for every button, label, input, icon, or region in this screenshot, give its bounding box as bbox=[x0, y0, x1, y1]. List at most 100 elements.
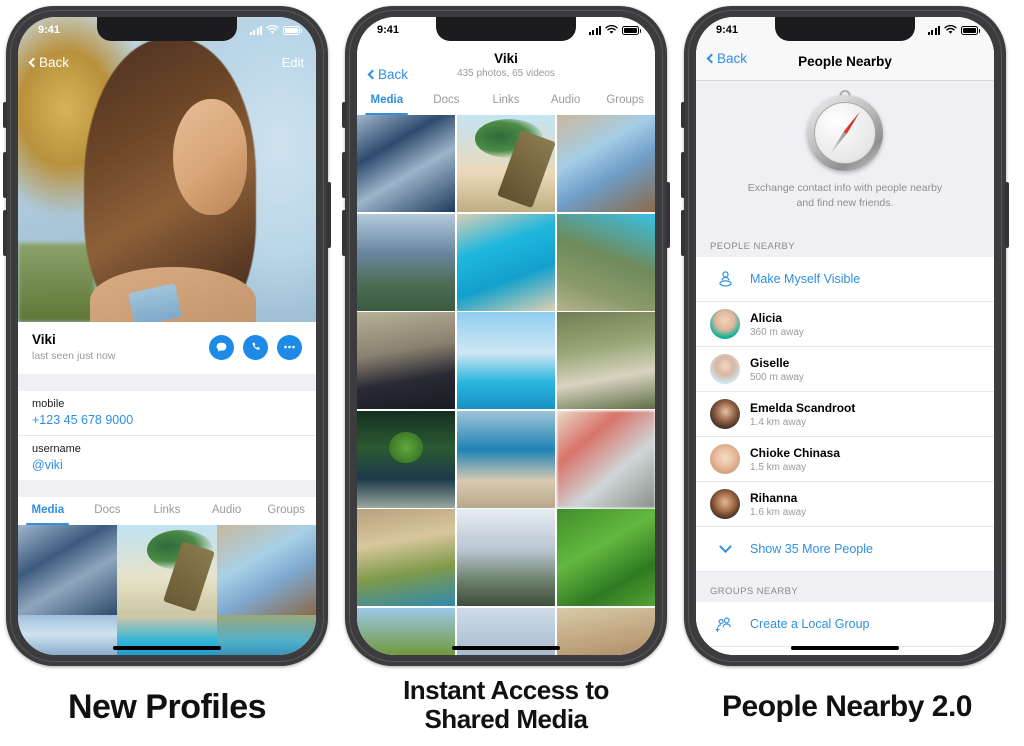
media-thumb[interactable] bbox=[556, 115, 655, 212]
message-button[interactable] bbox=[209, 334, 234, 360]
volume-down-button[interactable] bbox=[681, 210, 685, 256]
tab-media[interactable]: Media bbox=[18, 497, 78, 525]
create-local-group-button[interactable]: Create a Local Group bbox=[696, 602, 994, 648]
field-value[interactable]: @viki bbox=[32, 458, 302, 472]
person-row[interactable]: Chioke Chinasa 1.5 km away bbox=[696, 437, 994, 483]
notch bbox=[97, 17, 237, 41]
media-thumb[interactable] bbox=[357, 607, 456, 655]
show-more-people-button[interactable]: Show 35 More People bbox=[696, 527, 994, 573]
media-thumb[interactable] bbox=[357, 115, 456, 212]
person-row[interactable]: Rihanna 1.6 km away bbox=[696, 482, 994, 528]
media-thumb[interactable] bbox=[117, 525, 217, 615]
media-thumb[interactable] bbox=[216, 615, 316, 655]
media-thumb[interactable] bbox=[456, 410, 556, 508]
tab-groups[interactable]: Groups bbox=[595, 87, 655, 115]
person-distance: 500 m away bbox=[750, 371, 804, 383]
media-thumb[interactable] bbox=[556, 312, 655, 409]
back-label: Back bbox=[39, 54, 70, 70]
tab-docs[interactable]: Docs bbox=[78, 497, 138, 525]
mute-switch[interactable] bbox=[342, 102, 346, 128]
signal-bars-icon bbox=[927, 25, 940, 35]
tab-audio[interactable]: Audio bbox=[536, 87, 596, 115]
media-thumb[interactable] bbox=[357, 509, 456, 606]
phone-mockup-new-profiles: 9:41 Back Edit Viki last seen just now m… bbox=[3, 6, 331, 666]
call-button[interactable] bbox=[243, 334, 268, 360]
wifi-icon bbox=[266, 25, 279, 34]
avatar bbox=[710, 309, 740, 340]
media-thumb[interactable] bbox=[456, 312, 556, 409]
identity-row: Viki last seen just now bbox=[18, 322, 316, 374]
tab-media[interactable]: Media bbox=[357, 87, 417, 115]
tab-links[interactable]: Links bbox=[137, 497, 197, 525]
field-value[interactable]: +123 45 678 9000 bbox=[32, 413, 302, 427]
avatar bbox=[710, 354, 740, 385]
field-mobile[interactable]: mobile +123 45 678 9000 bbox=[18, 391, 316, 436]
home-indicator[interactable] bbox=[113, 646, 221, 650]
media-thumb-grid bbox=[18, 525, 316, 615]
person-name: Giselle bbox=[750, 355, 790, 370]
chevron-left-icon bbox=[706, 53, 717, 64]
home-indicator[interactable] bbox=[791, 646, 899, 650]
section-gap bbox=[18, 374, 316, 391]
volume-up-button[interactable] bbox=[681, 152, 685, 198]
profile-actions bbox=[209, 334, 302, 360]
tab-audio[interactable]: Audio bbox=[197, 497, 257, 525]
caption-line-2: Shared Media bbox=[424, 704, 588, 735]
media-thumb[interactable] bbox=[556, 410, 655, 508]
edit-button[interactable]: Edit bbox=[282, 55, 304, 70]
person-row[interactable]: Giselle 500 m away bbox=[696, 347, 994, 393]
media-thumb[interactable] bbox=[357, 312, 456, 409]
volume-up-button[interactable] bbox=[3, 152, 7, 198]
mute-switch[interactable] bbox=[3, 102, 7, 128]
media-thumb[interactable] bbox=[18, 525, 118, 615]
media-thumb[interactable] bbox=[18, 615, 118, 655]
ellipsis-icon bbox=[284, 345, 295, 349]
field-username[interactable]: username @viki bbox=[18, 436, 316, 480]
tab-groups[interactable]: Groups bbox=[256, 497, 316, 525]
make-myself-visible-button[interactable]: Make Myself Visible bbox=[696, 257, 994, 303]
media-tabs: Media Docs Links Audio Groups bbox=[357, 87, 655, 115]
tab-links[interactable]: Links bbox=[476, 87, 536, 115]
person-distance: 360 m away bbox=[750, 326, 804, 338]
volume-down-button[interactable] bbox=[342, 210, 346, 256]
more-button[interactable] bbox=[277, 334, 302, 360]
mute-switch[interactable] bbox=[681, 102, 685, 128]
power-button[interactable] bbox=[327, 182, 331, 248]
promo-screenshot-stage: 9:41 Back Edit Viki last seen just now m… bbox=[0, 0, 1024, 746]
home-indicator[interactable] bbox=[452, 646, 560, 650]
volume-down-button[interactable] bbox=[3, 210, 7, 256]
media-thumb[interactable] bbox=[556, 607, 655, 655]
media-thumb[interactable] bbox=[456, 509, 556, 606]
media-thumb[interactable] bbox=[357, 213, 456, 311]
caption-line-1: Instant Access to bbox=[403, 675, 609, 705]
back-label: Back bbox=[717, 51, 748, 66]
power-button[interactable] bbox=[666, 182, 670, 248]
media-thumb[interactable] bbox=[556, 509, 655, 606]
media-thumb[interactable] bbox=[357, 410, 456, 508]
person-distance: 1.5 km away bbox=[750, 461, 807, 473]
groups-section-header: GROUPS NEARBY bbox=[710, 586, 799, 598]
media-thumb[interactable] bbox=[456, 115, 556, 212]
person-name: Rihanna bbox=[750, 490, 798, 505]
back-button[interactable]: Back bbox=[706, 51, 748, 66]
person-row[interactable]: Emelda Scandroot 1.4 km away bbox=[696, 392, 994, 438]
wifi-icon bbox=[944, 25, 957, 34]
volume-up-button[interactable] bbox=[342, 152, 346, 198]
avatar bbox=[710, 399, 740, 430]
phone1-screen: 9:41 Back Edit Viki last seen just now m… bbox=[18, 17, 316, 655]
person-row[interactable]: Alicia 360 m away bbox=[696, 302, 994, 348]
field-label: username bbox=[32, 443, 81, 455]
back-button[interactable]: Back bbox=[28, 54, 70, 70]
signal-bars-icon bbox=[249, 25, 262, 35]
media-thumb[interactable] bbox=[556, 213, 655, 311]
power-button[interactable] bbox=[1005, 182, 1009, 248]
chat-title: Viki bbox=[494, 51, 518, 66]
people-nearby-body: People Nearby Back Exchange contact info… bbox=[696, 17, 994, 655]
tab-docs[interactable]: Docs bbox=[417, 87, 477, 115]
phone-mockup-shared-media: 9:41 Viki 435 photos, 65 videos Back Med… bbox=[342, 6, 670, 666]
back-button[interactable]: Back bbox=[367, 67, 408, 82]
person-name: Alicia bbox=[750, 310, 783, 325]
media-thumb[interactable] bbox=[456, 213, 556, 311]
media-thumb[interactable] bbox=[216, 525, 316, 615]
status-time: 9:41 bbox=[38, 24, 61, 36]
